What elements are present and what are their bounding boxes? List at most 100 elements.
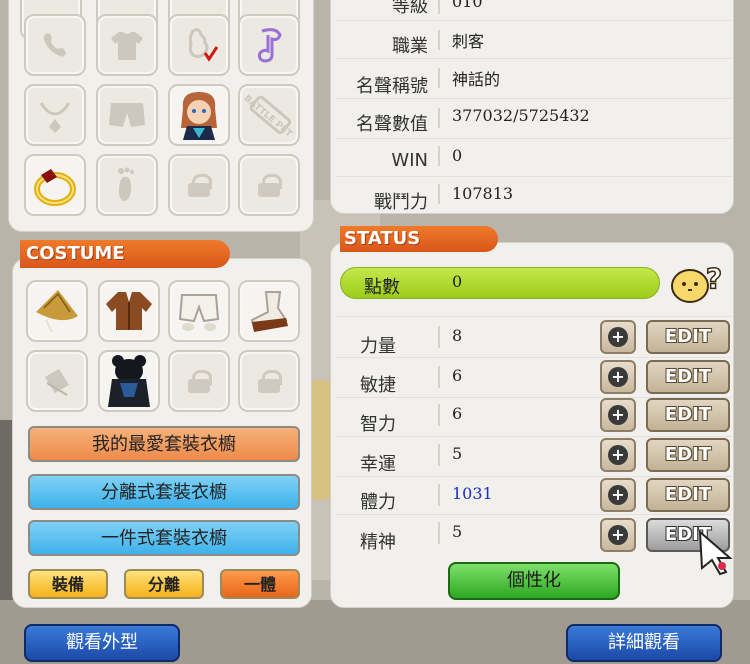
costume-slot-locked-1 xyxy=(168,350,230,412)
info-value-fame-title: 神話的 xyxy=(452,70,501,89)
stat-value-spirit: 5 xyxy=(452,522,463,541)
strength-plus-button[interactable]: + xyxy=(600,320,636,354)
stat-label-agility: 敏捷 xyxy=(360,375,396,396)
view-appearance-button[interactable]: 觀看外型 xyxy=(24,624,180,662)
equip-slot-locked-1 xyxy=(168,154,230,216)
info-value-combat-power: 107813 xyxy=(452,184,514,203)
info-value-level: 010 xyxy=(452,0,483,11)
personalize-button[interactable]: 個性化 xyxy=(448,562,620,600)
stat-divider xyxy=(336,357,732,358)
info-divider xyxy=(336,138,732,139)
stat-label-strength: 力量 xyxy=(360,336,396,357)
costume-slot-pants[interactable] xyxy=(168,280,230,342)
info-separator xyxy=(438,68,440,88)
plus-icon: + xyxy=(608,367,628,387)
costume-slot-hat[interactable] xyxy=(26,280,88,342)
status-title: STATUS xyxy=(340,226,498,252)
stat-value-vitality: 1031 xyxy=(452,484,493,503)
info-separator xyxy=(438,30,440,50)
plus-icon: + xyxy=(608,327,628,347)
agility-edit-button[interactable]: EDIT xyxy=(646,360,730,394)
footprint-icon xyxy=(118,167,134,201)
stat-divider xyxy=(336,436,732,437)
vitality-edit-button[interactable]: EDIT xyxy=(646,478,730,512)
info-label-fame-value: 名聲數值 xyxy=(356,114,428,135)
plus-icon: + xyxy=(608,485,628,505)
equip-slot-locked-2 xyxy=(238,154,300,216)
info-label-level: 等級 xyxy=(392,0,428,17)
info-value-fame-value: 377032/5725432 xyxy=(452,106,590,125)
svg-text:?: ? xyxy=(706,262,722,295)
costume-slot-scroll[interactable] xyxy=(26,350,88,412)
info-divider xyxy=(336,58,732,59)
stat-label-intelligence: 智力 xyxy=(360,414,396,435)
tab-equip[interactable]: 裝備 xyxy=(28,569,108,599)
info-divider xyxy=(336,20,732,21)
stat-separator xyxy=(438,366,440,388)
agility-plus-button[interactable]: + xyxy=(600,360,636,394)
brown-boots-icon xyxy=(250,291,288,332)
costume-slot-locked-2 xyxy=(238,350,300,412)
phone-icon xyxy=(43,33,66,57)
brown-jacket-icon xyxy=(106,292,152,330)
equip-slot-shorts[interactable] xyxy=(96,84,158,146)
stat-separator xyxy=(438,522,440,544)
luck-edit-button[interactable]: EDIT xyxy=(646,438,730,472)
equip-slot-phone[interactable] xyxy=(24,14,86,76)
equip-slot-hand[interactable] xyxy=(168,14,230,76)
music-note-icon xyxy=(258,28,282,63)
costume-title: COSTUME xyxy=(20,240,230,268)
stat-value-luck: 5 xyxy=(452,444,463,463)
info-value-win: 0 xyxy=(452,146,463,165)
dark-bear-costume-icon xyxy=(108,355,150,407)
info-separator xyxy=(438,108,440,128)
equip-slot-pet[interactable] xyxy=(168,84,230,146)
stat-value-intelligence: 6 xyxy=(452,404,463,423)
strength-edit-button[interactable]: EDIT xyxy=(646,320,730,354)
info-label-fame-title: 名聲稱號 xyxy=(356,76,428,97)
pet-portrait-icon xyxy=(181,92,217,140)
info-label-win: WIN xyxy=(391,150,428,171)
equip-slot-feet[interactable] xyxy=(96,154,158,216)
stat-divider xyxy=(336,514,732,515)
costume-slot-boots[interactable] xyxy=(238,280,300,342)
stat-label-spirit: 精神 xyxy=(360,532,396,553)
spirit-plus-button[interactable]: + xyxy=(600,518,636,552)
equip-slot-shirt[interactable] xyxy=(96,14,158,76)
equip-slot-music[interactable] xyxy=(238,14,300,76)
favorite-wardrobe-button[interactable]: 我的最愛套裝衣櫥 xyxy=(28,426,300,462)
stat-separator xyxy=(438,326,440,348)
tab-separate[interactable]: 分離 xyxy=(124,569,204,599)
help-chick-icon[interactable]: ? xyxy=(668,258,728,308)
plus-icon: + xyxy=(608,405,628,425)
vitality-plus-button[interactable]: + xyxy=(600,478,636,512)
equip-slot-ring[interactable] xyxy=(24,154,86,216)
costume-slot-jacket[interactable] xyxy=(98,280,160,342)
straw-hat-icon xyxy=(36,290,78,333)
stat-separator xyxy=(438,484,440,506)
costume-slot-bear[interactable] xyxy=(98,350,160,412)
plus-icon: + xyxy=(608,525,628,545)
equip-slot-necklace[interactable] xyxy=(24,84,86,146)
intelligence-plus-button[interactable]: + xyxy=(600,398,636,432)
lock-icon xyxy=(188,174,212,197)
stat-value-strength: 8 xyxy=(452,326,463,345)
info-label-job: 職業 xyxy=(392,36,428,57)
gold-ring-icon xyxy=(34,169,76,206)
lock-icon xyxy=(258,370,282,393)
hand-icon xyxy=(188,28,219,62)
intelligence-edit-button[interactable]: EDIT xyxy=(646,398,730,432)
equip-slot-battle-pet[interactable]: BATTLE PET xyxy=(238,84,300,146)
tab-onepiece[interactable]: 一體 xyxy=(220,569,300,599)
battle-pet-icon: BATTLE PET xyxy=(242,94,294,140)
info-separator xyxy=(438,146,440,166)
info-value-job: 刺客 xyxy=(452,32,485,51)
stat-value-agility: 6 xyxy=(452,366,463,385)
separate-wardrobe-button[interactable]: 分離式套裝衣櫥 xyxy=(28,474,300,510)
white-pants-icon xyxy=(178,294,220,331)
stat-label-luck: 幸運 xyxy=(360,454,396,475)
onepiece-wardrobe-button[interactable]: 一件式套裝衣櫥 xyxy=(28,520,300,556)
stat-label-vitality: 體力 xyxy=(360,492,396,513)
view-details-button[interactable]: 詳細觀看 xyxy=(566,624,722,662)
luck-plus-button[interactable]: + xyxy=(600,438,636,472)
